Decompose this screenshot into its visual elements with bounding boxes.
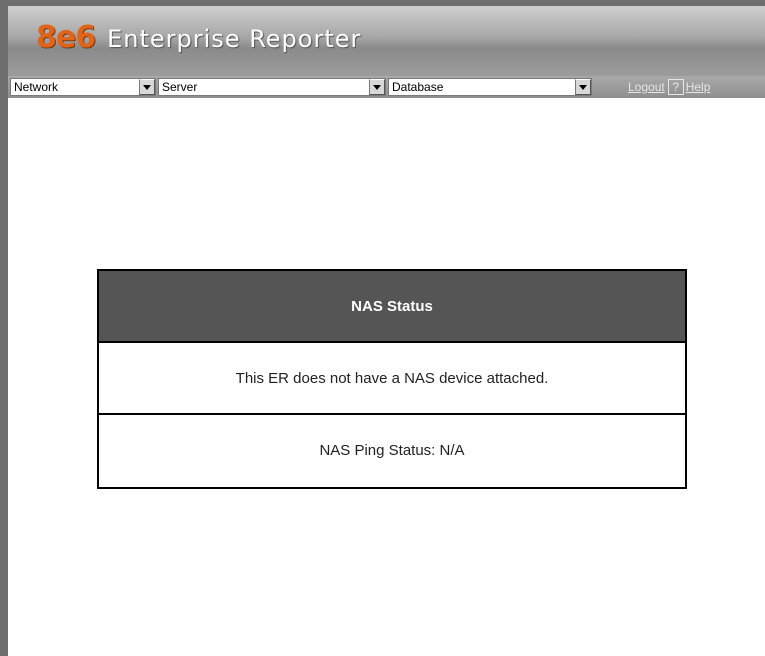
network-select[interactable]: Network (10, 78, 156, 96)
server-select-value: Server (162, 80, 198, 94)
database-select-value: Database (392, 80, 444, 94)
app-title: Enterprise Reporter (107, 25, 362, 53)
help-icon[interactable]: ? (667, 79, 684, 95)
help-link[interactable]: Help (686, 78, 711, 96)
app-window: 8e6 Enterprise Reporter Network Server D… (0, 0, 765, 656)
dropdown-arrow-icon[interactable] (139, 79, 155, 95)
header-links: Logout ? Help (628, 78, 710, 96)
dropdown-arrow-icon[interactable] (575, 79, 591, 95)
toolbar: Network Server Database Logout ? Help (8, 76, 765, 98)
server-select[interactable]: Server (158, 78, 386, 96)
brand-logo: 8e6 (36, 20, 96, 55)
nas-ping-status: NAS Ping Status: N/A (319, 442, 465, 459)
dropdown-arrow-icon[interactable] (369, 79, 385, 95)
database-select[interactable]: Database (388, 78, 592, 96)
network-select-value: Network (14, 80, 59, 94)
nas-status-heading: NAS Status (99, 271, 685, 343)
app-header: 8e6 Enterprise Reporter (8, 6, 765, 76)
logout-link[interactable]: Logout (628, 78, 665, 96)
brand: 8e6 Enterprise Reporter (36, 20, 361, 60)
nas-status-table: NAS Status This ER does not have a NAS d… (97, 269, 687, 489)
nas-attachment-message: This ER does not have a NAS device attac… (99, 343, 685, 415)
